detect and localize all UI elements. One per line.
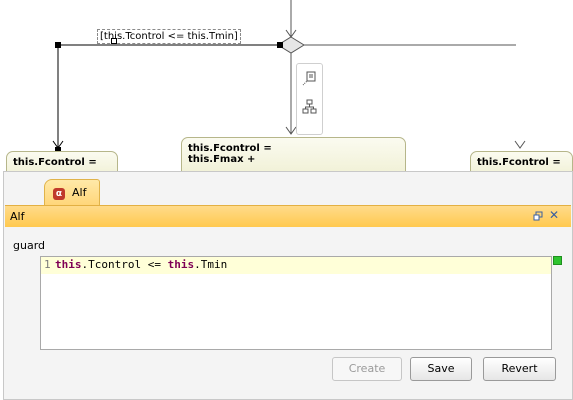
current-line-highlight: 1 this.Tcontrol <= this.Tmin (41, 257, 551, 274)
action-left-label: this.Fcontrol = (13, 157, 97, 168)
tab-alf[interactable]: α Alf (44, 179, 100, 205)
code-keyword: this (55, 258, 82, 271)
guard-field-label: guard (13, 239, 46, 252)
code-keyword: this (167, 258, 195, 271)
action-middle-line2: this.Fmax + (188, 154, 256, 165)
label-anchor-handle[interactable] (111, 38, 117, 44)
alf-code-editor[interactable]: 1 this.Tcontrol <= this.Tmin (40, 256, 552, 350)
tab-alf-label: Alf (72, 186, 87, 199)
note-icon[interactable] (300, 69, 319, 88)
selection-handle[interactable] (277, 42, 283, 48)
alf-icon: α (53, 188, 65, 200)
action-right-label: this.Fcontrol = (477, 157, 561, 168)
view-header: Alf ✕ (5, 205, 571, 227)
line-number: 1 (44, 258, 51, 271)
guard-label[interactable]: [this.Tcontrol <= this.Tmin] (97, 29, 241, 44)
view-title: Alf (10, 210, 25, 223)
left-branch-edge (57, 44, 278, 148)
save-button[interactable]: Save (410, 357, 472, 381)
validation-status-indicator (553, 256, 562, 265)
alf-editor-panel: α Alf Alf ✕ guard 1 this.Tcontrol <= thi… (3, 171, 573, 400)
code-text: .Tmin (194, 258, 228, 271)
smart-manipulator-toolbar (296, 63, 323, 135)
selection-handle[interactable] (55, 42, 61, 48)
code-text: .Tcontrol <= (81, 258, 168, 271)
create-button[interactable]: Create (332, 357, 402, 381)
action-middle-line1: this.Fcontrol = (188, 143, 272, 154)
right-branch-arrow (514, 140, 526, 149)
revert-button[interactable]: Revert (483, 357, 556, 381)
restore-icon[interactable] (532, 210, 544, 222)
close-icon[interactable]: ✕ (549, 208, 559, 222)
structure-icon[interactable] (300, 98, 319, 117)
tab-strip: α Alf (4, 172, 572, 206)
activity-diagram-canvas[interactable]: [this.Tcontrol <= this.Tmin] this.Fcontr… (0, 0, 573, 178)
code-line[interactable]: this.Tcontrol <= this.Tmin (55, 258, 227, 271)
